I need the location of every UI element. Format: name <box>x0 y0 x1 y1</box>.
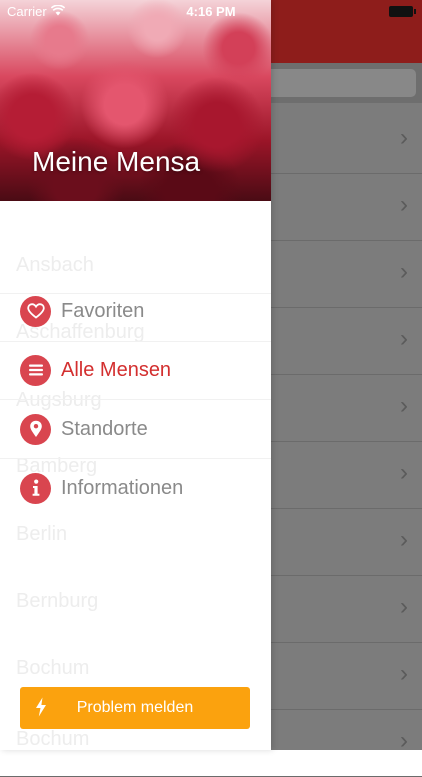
menu-item-informationen[interactable]: Informationen <box>20 468 260 508</box>
chevron-right-icon: › <box>400 258 408 285</box>
heart-icon <box>20 295 51 327</box>
battery-icon <box>389 6 416 17</box>
menu-item-label: Alle Mensen <box>61 358 172 381</box>
menu-item-standorte[interactable]: Standorte <box>20 409 260 449</box>
problem-melden-label: Problem melden <box>76 699 194 716</box>
divider <box>0 399 271 400</box>
side-drawer: Meine Mensa Ansbach Aschaffenburg Augsbu… <box>0 0 271 750</box>
background-list-label: Bochum <box>16 657 90 679</box>
menu-item-alle-mensen[interactable]: Alle Mensen <box>20 350 260 390</box>
chevron-right-icon: › <box>400 325 408 352</box>
status-bar: Carrier 4:16 PM <box>0 0 422 22</box>
drawer-title: Meine Mensa <box>32 146 201 177</box>
menu-item-label: Favoriten <box>61 299 145 322</box>
chevron-right-icon: › <box>400 526 408 553</box>
chevron-right-icon: › <box>400 459 408 486</box>
chevron-right-icon: › <box>400 124 408 151</box>
menu-item-label: Informationen <box>61 476 184 499</box>
chevron-right-icon: › <box>400 593 408 620</box>
list-icon <box>20 354 51 386</box>
chevron-right-icon: › <box>400 392 408 419</box>
divider <box>0 341 271 342</box>
problem-melden-button[interactable]: Problem melden <box>20 687 250 729</box>
info-icon <box>20 472 51 504</box>
chevron-right-icon: › <box>400 191 408 218</box>
background-list-label: Ansbach <box>16 254 94 276</box>
location-pin-icon <box>20 413 51 445</box>
menu-item-label: Standorte <box>61 417 148 440</box>
menu-item-favoriten[interactable]: Favoriten <box>20 291 260 331</box>
status-time: 4:16 PM <box>186 4 236 19</box>
chevron-right-icon: › <box>400 727 408 754</box>
drawer-header-image: Meine Mensa <box>0 0 271 201</box>
background-list-label: Berlin <box>16 523 68 545</box>
background-list-label: Bernburg <box>16 590 99 612</box>
background-list-label: Bochum <box>16 728 90 750</box>
divider <box>0 458 271 459</box>
chevron-right-icon: › <box>400 660 408 687</box>
